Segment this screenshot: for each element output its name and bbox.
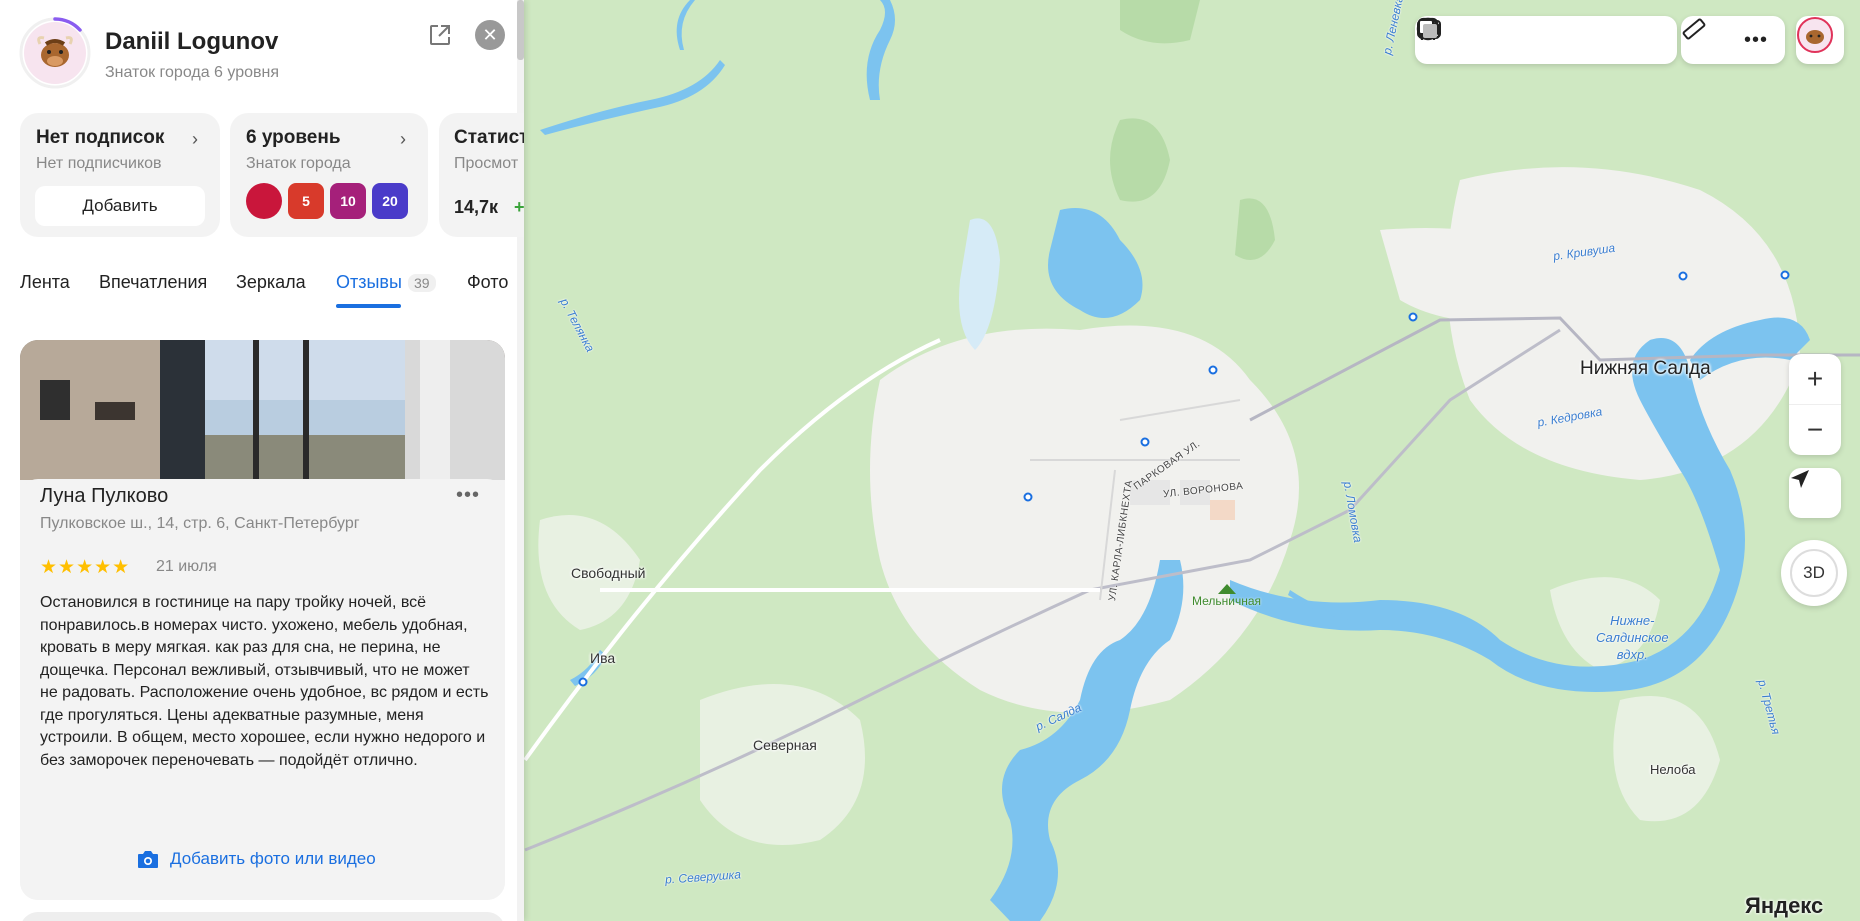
external-link-icon xyxy=(430,25,450,45)
yandex-logo[interactable]: Яндекс xyxy=(1745,893,1823,919)
place-severnaya[interactable]: Северная xyxy=(753,737,817,753)
stats-title: Статист xyxy=(454,127,524,148)
close-button[interactable]: ✕ xyxy=(475,20,505,50)
tab-feed[interactable]: Лента xyxy=(20,272,70,293)
photos-layer-button[interactable] xyxy=(1418,16,1571,64)
more-icon: ••• xyxy=(1743,28,1768,51)
badge-20: 20 xyxy=(372,183,408,219)
more-button[interactable]: ••• xyxy=(1733,16,1779,64)
tab-mirrors[interactable]: Зеркала xyxy=(236,272,306,293)
panorama-button[interactable] xyxy=(1417,16,1521,64)
map-layers-toolbar xyxy=(1415,16,1677,64)
camera-icon xyxy=(138,851,158,868)
stats-views-value: 14,7к xyxy=(454,197,499,217)
reviews-count-badge: 39 xyxy=(407,274,436,293)
chevron-right-icon: › xyxy=(400,129,406,149)
place-nizhnyaya-salda[interactable]: Нижняя Салда xyxy=(1580,358,1711,380)
add-media-label: Добавить фото или видео xyxy=(170,849,376,868)
badge-1 xyxy=(246,183,282,219)
transport-layer-button[interactable] xyxy=(1417,16,1621,64)
chevron-right-icon: › xyxy=(192,129,198,149)
subscriptions-card[interactable]: Нет подписок › Нет подписчиков Добавить xyxy=(20,113,220,237)
layers-icon xyxy=(1418,19,1437,38)
level-card[interactable]: 6 уровень › Знаток города 5 10 20 xyxy=(230,113,428,237)
3d-label: 3D xyxy=(1803,563,1825,582)
label-reservoir: Нижне- Салдинское вдхр. xyxy=(1596,613,1669,662)
profile-name: Daniil Logunov xyxy=(105,28,279,55)
profile-subtitle: Знаток города 6 уровня xyxy=(105,64,280,81)
tab-impressions[interactable]: Впечатления xyxy=(99,272,207,293)
stats-card[interactable]: Статист Просмот 14,7к + xyxy=(439,113,524,237)
level-badges: 5 10 20 xyxy=(246,183,408,219)
next-review-card[interactable] xyxy=(20,912,505,921)
zoom-control: + − xyxy=(1789,354,1841,455)
yak-avatar-icon xyxy=(37,36,73,67)
3d-button[interactable]: 3D xyxy=(1781,540,1847,606)
poi-melnichnaya[interactable]: Мельничная xyxy=(1192,594,1261,608)
badge-5: 5 xyxy=(288,183,324,219)
place-iva[interactable]: Ива xyxy=(590,650,615,666)
map-tools-toolbar: ••• xyxy=(1681,16,1785,64)
place-svobodny[interactable]: Свободный xyxy=(571,565,645,581)
badge-10: 10 xyxy=(330,183,366,219)
profile-panel: Daniil Logunov Знаток города 6 уровня ✕ … xyxy=(0,0,524,921)
tab-photos[interactable]: Фото xyxy=(467,272,508,293)
my-location-button[interactable] xyxy=(1789,468,1841,518)
zoom-in-button[interactable]: + xyxy=(1789,354,1841,404)
avatar xyxy=(1797,17,1833,53)
share-button[interactable] xyxy=(427,22,455,50)
ruler-icon xyxy=(1682,18,1706,40)
followers-count: Нет подписчиков xyxy=(36,155,162,172)
stats-subtitle: Просмот xyxy=(454,155,519,172)
review-rating-stars: ★★★★★ xyxy=(40,557,131,578)
review-date: 21 июля xyxy=(156,558,217,575)
level-subtitle: Знаток города xyxy=(246,155,351,172)
location-arrow-icon xyxy=(1791,470,1809,488)
ruler-button[interactable] xyxy=(1682,16,1733,64)
review-menu-button[interactable]: ••• xyxy=(456,484,480,507)
scrollbar-thumb[interactable] xyxy=(517,0,524,60)
review-place-address: Пулковское ш., 14, стр. 6, Санкт-Петербу… xyxy=(40,515,360,532)
stats-delta: + xyxy=(514,197,524,217)
tab-reviews-label: Отзывы xyxy=(336,272,402,292)
level-title: 6 уровень xyxy=(246,127,341,148)
profile-avatar[interactable] xyxy=(24,22,86,84)
user-avatar-button[interactable] xyxy=(1796,16,1844,64)
review-place-title[interactable]: Луна Пулково xyxy=(40,485,168,508)
add-media-button[interactable]: Добавить фото или видео xyxy=(136,848,376,870)
close-icon: ✕ xyxy=(482,24,498,45)
zoom-out-button[interactable]: − xyxy=(1789,404,1841,455)
active-tab-indicator xyxy=(336,304,401,308)
place-neloba[interactable]: Нелоба xyxy=(1650,762,1696,777)
tab-reviews[interactable]: Отзывы 39 xyxy=(336,272,436,293)
review-text: Остановился в гостинице на пару тройку н… xyxy=(40,594,489,769)
add-subscription-button[interactable]: Добавить xyxy=(35,186,205,226)
review-card[interactable]: Луна Пулково ••• Пулковское ш., 14, стр.… xyxy=(20,340,505,900)
hotel-room-photo xyxy=(20,340,505,480)
review-photo[interactable] xyxy=(20,340,505,480)
layers-button[interactable] xyxy=(1418,16,1671,64)
subscriptions-title: Нет подписок xyxy=(36,127,165,148)
